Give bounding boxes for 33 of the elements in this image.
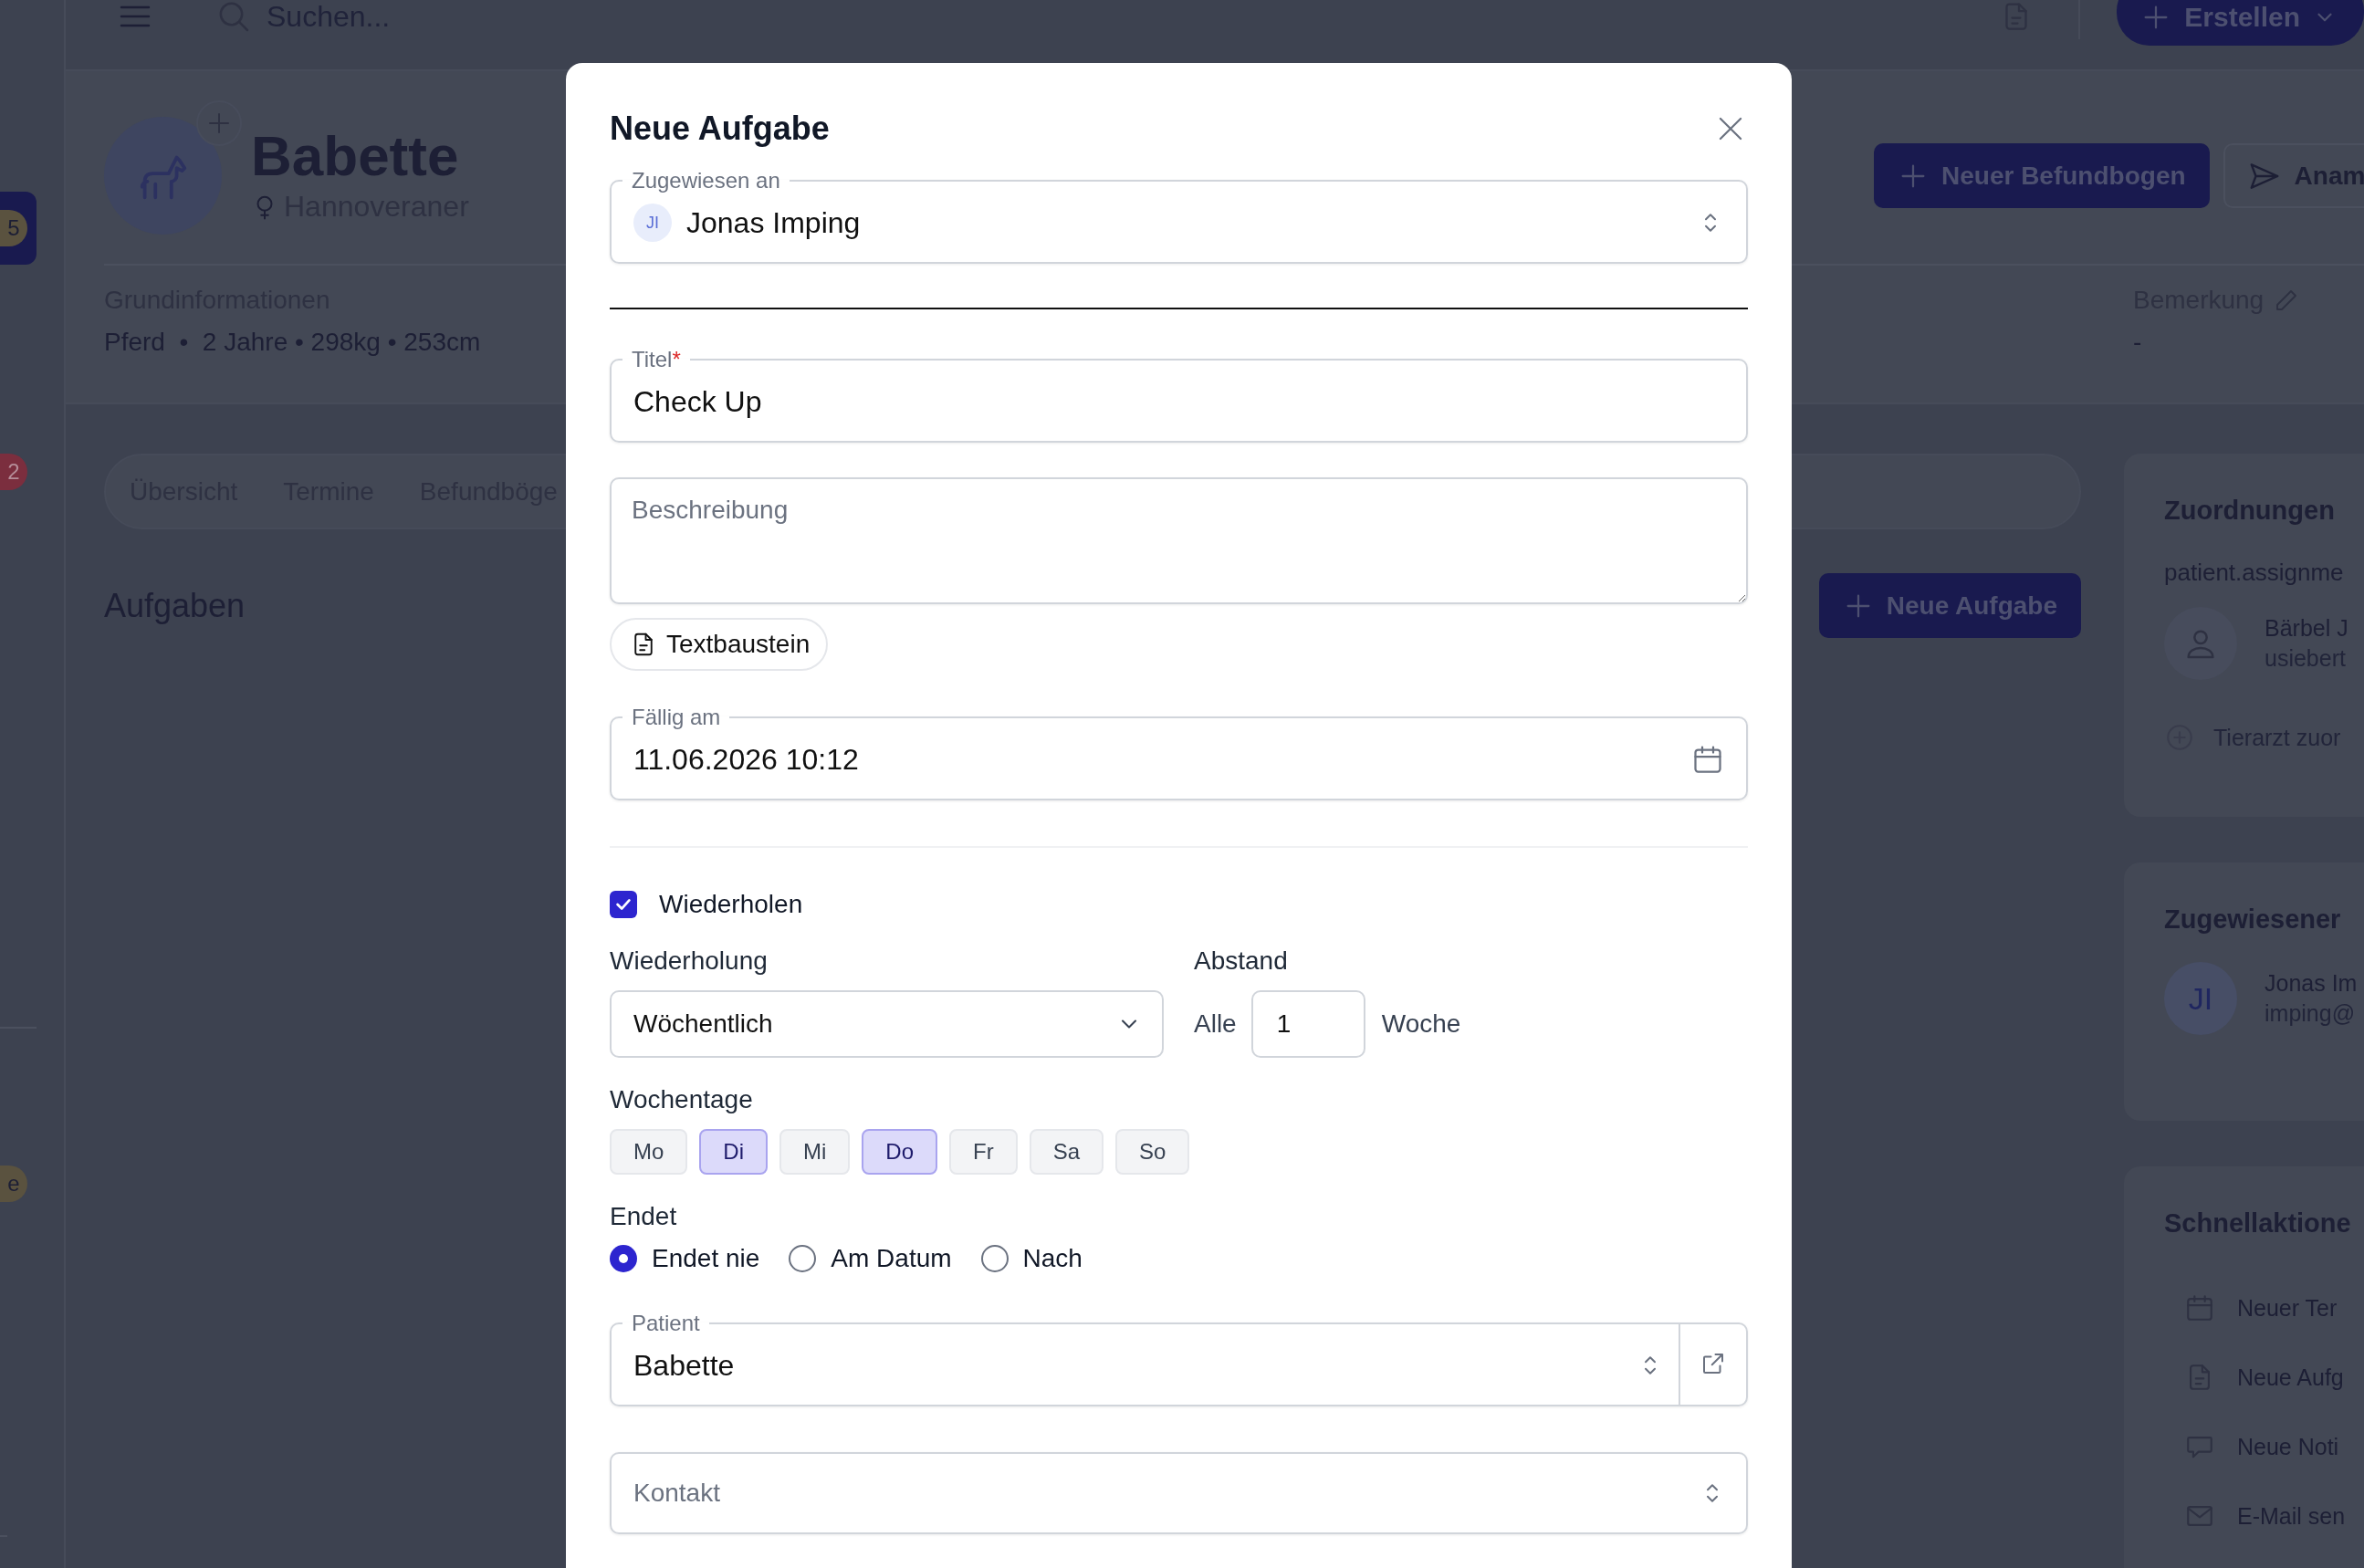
- field-label: Endet: [610, 1202, 677, 1231]
- initials-avatar: JI: [633, 204, 672, 242]
- remark-value: -: [2133, 328, 2142, 357]
- weekday-toggle[interactable]: So: [1115, 1129, 1190, 1175]
- contact-select[interactable]: Kontakt: [610, 1452, 1748, 1534]
- field-label: Wochentage: [610, 1085, 753, 1114]
- weekday-toggle[interactable]: Di: [699, 1129, 768, 1175]
- snippet-button[interactable]: Textbaustein: [610, 618, 829, 671]
- checkbox-label: Wiederholen: [659, 890, 803, 919]
- radio-label: Nach: [1022, 1244, 1083, 1273]
- weekday-toggle[interactable]: Fr: [949, 1129, 1018, 1175]
- repeat-checkbox[interactable]: [610, 891, 637, 918]
- description-field[interactable]: Beschreibung: [610, 477, 1748, 604]
- interval-input[interactable]: 1: [1250, 990, 1365, 1058]
- field-label: Abstand: [1194, 946, 1288, 976]
- weekday-toggle[interactable]: Mi: [779, 1129, 851, 1175]
- weekday-toggle[interactable]: Sa: [1029, 1129, 1104, 1175]
- weekday-toggle[interactable]: Mo: [610, 1129, 688, 1175]
- dialog-title: Neue Aufgabe: [610, 110, 830, 148]
- status-badge: e: [0, 1166, 27, 1202]
- interval-unit: Woche: [1381, 1009, 1461, 1039]
- radio-label: Am Datum: [831, 1244, 952, 1273]
- field-label: Wiederholung: [610, 946, 768, 976]
- recurrence-select[interactable]: Wöchentlich: [610, 990, 1164, 1058]
- weekday-toggle[interactable]: Do: [862, 1129, 938, 1175]
- count-badge: 2: [0, 454, 27, 490]
- count-badge: 5: [0, 210, 27, 246]
- radio-button[interactable]: [980, 1245, 1009, 1272]
- interval-prefix: Alle: [1194, 1009, 1237, 1039]
- radio-label: Endet nie: [652, 1244, 760, 1273]
- calendar-icon: [2184, 1292, 2215, 1323]
- radio-button[interactable]: [789, 1245, 817, 1272]
- radio-button[interactable]: [610, 1245, 637, 1272]
